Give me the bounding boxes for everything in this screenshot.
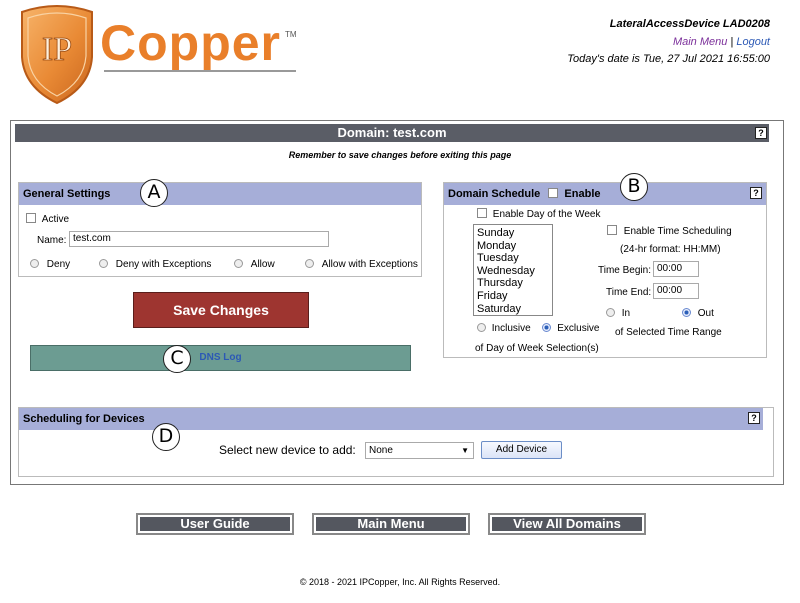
allow-radio[interactable] — [234, 259, 243, 268]
brand-underline — [104, 70, 296, 72]
main-menu-button[interactable]: Main Menu — [312, 513, 470, 535]
trademark-mark: TM — [285, 30, 297, 39]
time-begin-label: Time Begin: — [598, 265, 651, 276]
add-device-button[interactable]: Add Device — [481, 441, 562, 459]
option-allow-exceptions[interactable]: Allow with Exceptions — [305, 259, 418, 270]
main-menu-label: Main Menu — [316, 517, 466, 531]
device-select[interactable]: None ▼ — [365, 442, 474, 459]
enable-dow-row: Enable Day of the Week — [477, 208, 600, 220]
copyright: © 2018 - 2021 IPCopper, Inc. All Rights … — [299, 577, 501, 587]
name-field[interactable]: test.com — [69, 231, 329, 247]
domain-title-bar: Domain: test.com — [15, 124, 769, 142]
enable-time-row: Enable Time Scheduling — [607, 225, 732, 237]
exclusive-label: Exclusive — [557, 323, 600, 334]
dropdown-arrow-icon: ▼ — [461, 446, 469, 455]
time-begin-input[interactable]: 00:00 — [653, 261, 699, 277]
time-format-note: (24-hr format: HH:MM) — [620, 244, 721, 255]
option-deny-exceptions[interactable]: Deny with Exceptions — [99, 259, 211, 270]
schedule-help-icon[interactable]: ? — [750, 187, 762, 199]
option-deny[interactable]: Deny — [30, 259, 70, 270]
option-allow[interactable]: Allow — [234, 259, 275, 270]
save-changes-button[interactable]: Save Changes — [133, 292, 309, 328]
deny-exceptions-radio[interactable] — [99, 259, 108, 268]
svg-text:IP: IP — [42, 31, 72, 68]
view-all-domains-button[interactable]: View All Domains — [488, 513, 646, 535]
save-reminder: Remember to save changes before exiting … — [288, 150, 512, 160]
name-label: Name: — [37, 235, 67, 246]
time-end-input[interactable]: 00:00 — [653, 283, 699, 299]
dns-log-bar: DNS Log — [30, 345, 411, 371]
day-option[interactable]: Friday — [477, 290, 549, 303]
device-select-value: None — [369, 445, 393, 456]
range-in-label: In — [621, 308, 631, 319]
allow-exceptions-label: Allow with Exceptions — [321, 259, 418, 270]
range-out-option[interactable]: Out — [682, 308, 714, 319]
enable-time-label: Enable Time Scheduling — [623, 226, 732, 237]
range-out-label: Out — [697, 308, 714, 319]
day-of-week-list[interactable]: Sunday Monday Tuesday Wednesday Thursday… — [473, 224, 553, 316]
day-option[interactable]: Tuesday — [477, 252, 549, 265]
devices-help-icon[interactable]: ? — [748, 412, 760, 424]
inclusive-label: Inclusive — [491, 323, 531, 334]
active-row: Active — [26, 213, 69, 225]
enable-time-checkbox[interactable] — [607, 225, 617, 235]
dow-mode-row: Inclusive Exclusive — [477, 323, 600, 334]
range-suffix: of Selected Time Range — [615, 327, 722, 338]
header-links: Main Menu | Logout — [673, 36, 770, 48]
marker-b: B — [620, 173, 648, 201]
schedule-title: Domain Schedule — [448, 188, 541, 200]
day-option[interactable]: Thursday — [477, 277, 549, 290]
range-in-option[interactable]: In — [606, 308, 630, 319]
general-settings-header: General Settings — [19, 183, 421, 205]
user-guide-button[interactable]: User Guide — [136, 513, 294, 535]
active-label: Active — [41, 214, 70, 225]
device-name: LateralAccessDevice LAD0208 — [609, 18, 770, 30]
main-menu-link[interactable]: Main Menu — [673, 36, 727, 48]
marker-a: A — [140, 179, 168, 207]
view-all-domains-label: View All Domains — [492, 517, 642, 531]
time-end-label: Time End: — [606, 287, 652, 298]
brand-wordmark: Copper — [100, 15, 281, 71]
device-select-label: Select new device to add: — [219, 443, 356, 457]
ipcopper-logo: IP — [14, 2, 100, 105]
active-checkbox[interactable] — [26, 213, 36, 223]
range-in-radio[interactable] — [606, 308, 615, 317]
deny-radio[interactable] — [30, 259, 39, 268]
deny-label: Deny — [46, 259, 71, 270]
user-guide-label: User Guide — [140, 517, 290, 531]
dow-suffix: of Day of Week Selection(s) — [475, 343, 599, 354]
schedule-enable-label: Enable — [564, 188, 601, 200]
help-icon[interactable]: ? — [755, 127, 767, 139]
marker-d: D — [152, 423, 180, 451]
day-option[interactable]: Saturday — [477, 303, 549, 316]
enable-dow-label: Enable Day of the Week — [492, 209, 601, 220]
deny-exceptions-label: Deny with Exceptions — [115, 259, 212, 270]
logout-link[interactable]: Logout — [736, 36, 770, 48]
marker-c: C — [163, 345, 191, 373]
domain-schedule-header: Domain Schedule Enable — [444, 183, 766, 205]
dns-log-link[interactable]: DNS Log — [199, 352, 241, 363]
section-title: General Settings — [23, 188, 111, 200]
allow-label: Allow — [250, 259, 275, 270]
devices-header: Scheduling for Devices — [19, 408, 763, 430]
allow-exceptions-radio[interactable] — [305, 259, 314, 268]
day-option[interactable]: Sunday — [477, 227, 549, 240]
page-title: Domain: test.com — [337, 125, 447, 140]
devices-title: Scheduling for Devices — [23, 413, 145, 425]
exclusive-radio[interactable] — [542, 323, 552, 332]
link-separator: | — [730, 36, 734, 48]
inclusive-radio[interactable] — [477, 323, 486, 332]
range-out-radio[interactable] — [682, 308, 691, 317]
enable-dow-checkbox[interactable] — [477, 208, 487, 218]
schedule-enable-checkbox[interactable] — [548, 188, 559, 198]
day-option[interactable]: Wednesday — [477, 265, 549, 278]
day-option[interactable]: Monday — [477, 240, 549, 253]
current-date: Today's date is Tue, 27 Jul 2021 16:55:0… — [567, 53, 770, 65]
